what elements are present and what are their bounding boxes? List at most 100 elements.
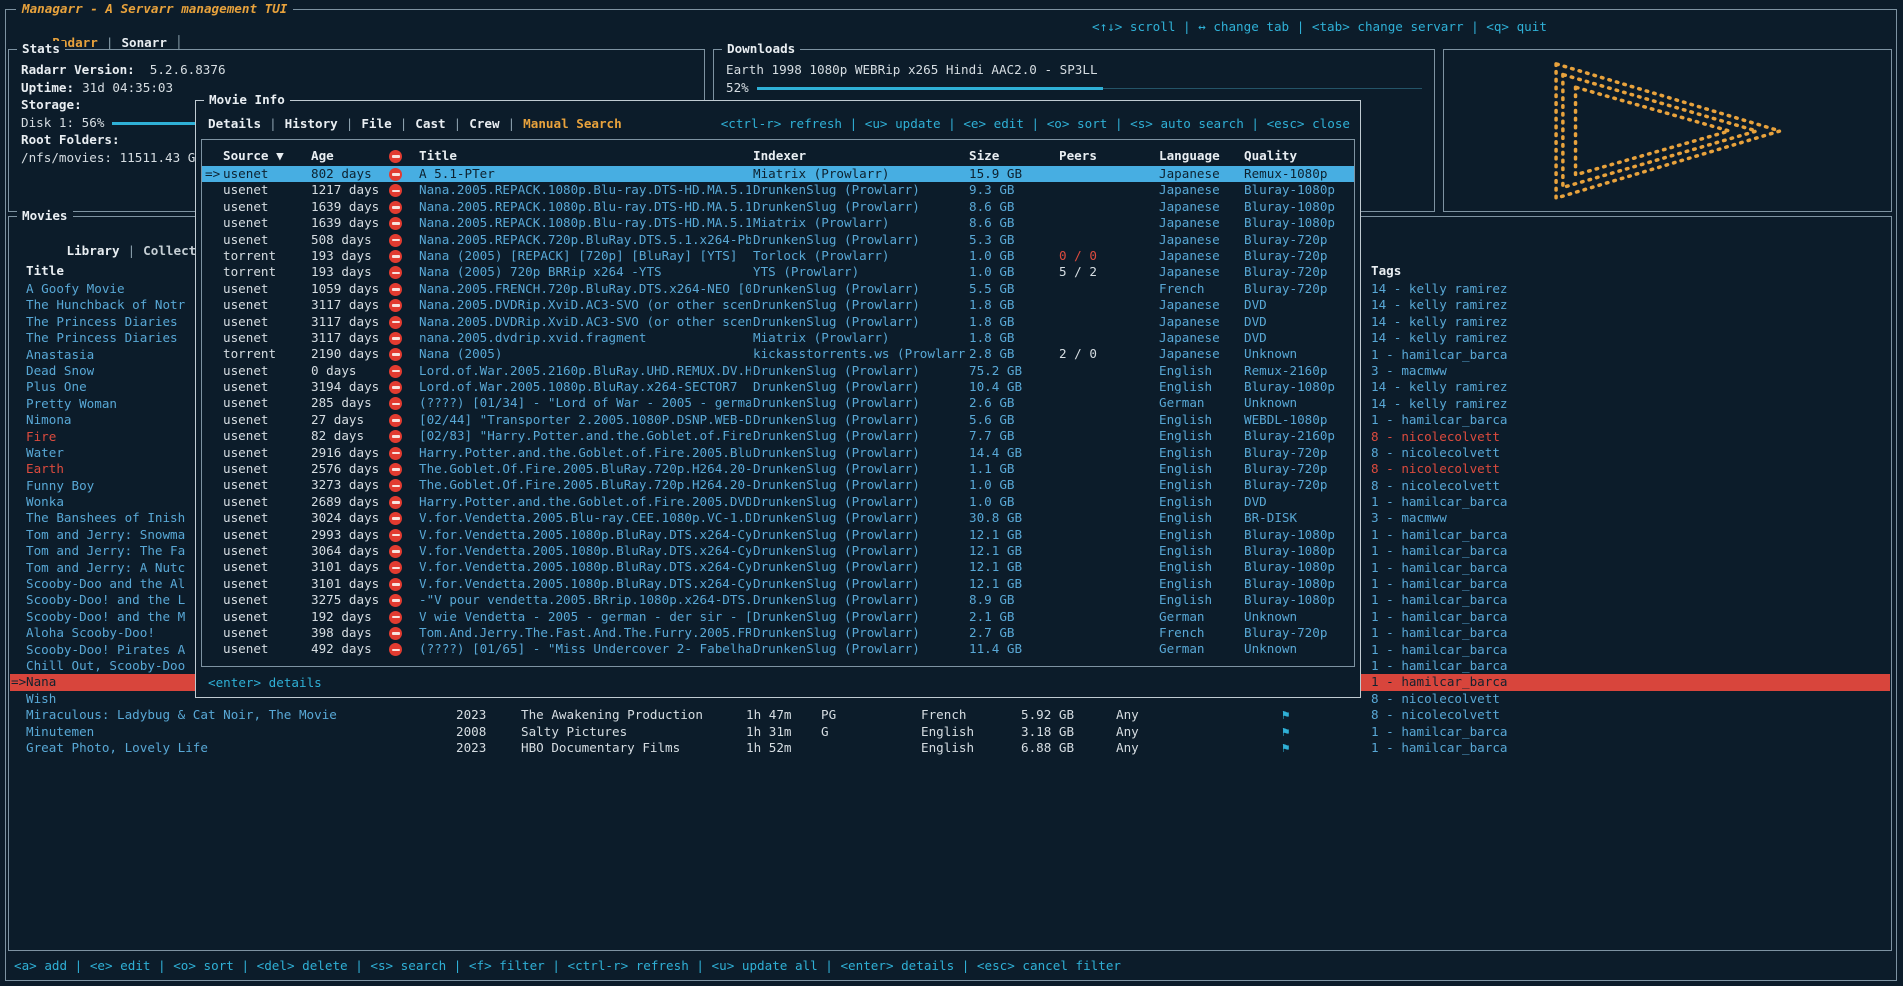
release-title: A 5.1-PTer: [419, 166, 751, 182]
release-size: 2.1 GB: [969, 609, 1015, 625]
release-age: 1217 days: [311, 182, 379, 198]
release-language: English: [1159, 477, 1212, 493]
release-row[interactable]: usenet508 daysNana.2005.REPACK.720p.BluR…: [202, 232, 1354, 248]
release-language: Japanese: [1159, 232, 1220, 248]
release-row[interactable]: usenet192 daysV wie Vendetta - 2005 - ge…: [202, 609, 1354, 625]
release-age: 492 days: [311, 641, 372, 657]
download-item[interactable]: Earth 1998 1080p WEBRip x265 Hindi AAC2.…: [726, 62, 1422, 80]
release-source: usenet: [223, 609, 269, 625]
release-row[interactable]: usenet1059 daysNana.2005.FRENCH.720p.Blu…: [202, 281, 1354, 297]
rejection-cell: [389, 199, 402, 216]
release-row[interactable]: usenet2916 daysHarry.Potter.and.the.Gobl…: [202, 445, 1354, 461]
movie-row[interactable]: Minutemen2008Salty Pictures1h 31mGEnglis…: [10, 724, 1890, 740]
release-quality: Bluray-2160p: [1244, 428, 1335, 444]
header-indexer: Indexer: [753, 148, 967, 164]
release-source: usenet: [223, 559, 269, 575]
movie-tags: 3 - macmww: [1371, 510, 1447, 526]
movie-title: Water: [26, 445, 64, 461]
no-entry-icon: [389, 217, 402, 230]
release-row[interactable]: torrent2190 daysNana (2005)kickasstorren…: [202, 346, 1354, 362]
release-row[interactable]: usenet3275 days-"V pour vendetta.2005.BR…: [202, 592, 1354, 608]
release-source: usenet: [223, 182, 269, 198]
tab-separator: |: [400, 116, 408, 131]
header-source: Source ▼: [223, 148, 284, 164]
no-entry-icon: [389, 643, 402, 656]
release-row[interactable]: torrent193 daysNana (2005) [REPACK] [720…: [202, 248, 1354, 264]
release-size: 12.1 GB: [969, 543, 1022, 559]
release-language: Japanese: [1159, 330, 1220, 346]
release-row[interactable]: usenet3194 daysLord.of.War.2005.1080p.Bl…: [202, 379, 1354, 395]
release-row[interactable]: usenet285 days(????) [01/34] - "Lord of …: [202, 395, 1354, 411]
download-progress-line: 52%: [726, 80, 1422, 98]
release-row[interactable]: usenet3117 daysnana.2005.dvdrip.xvid.fra…: [202, 330, 1354, 346]
release-title: V.for.Vendetta.2005.1080p.BluRay.DTS.x26…: [419, 527, 751, 543]
release-row[interactable]: usenet3117 daysNana.2005.DVDRip.XviD.AC3…: [202, 314, 1354, 330]
release-size: 30.8 GB: [969, 510, 1022, 526]
disk-usage-label: Disk 1: 56%: [21, 115, 104, 131]
release-age: 0 days: [311, 363, 357, 379]
tab-separator: |: [508, 116, 516, 131]
release-row[interactable]: usenet398 daysTom.And.Jerry.The.Fast.And…: [202, 625, 1354, 641]
modal-tab-details[interactable]: Details: [208, 116, 261, 131]
no-entry-icon: [389, 184, 402, 197]
release-title: Lord.of.War.2005.1080p.BluRay.x264-SECTO…: [419, 379, 751, 395]
release-age: 2689 days: [311, 494, 379, 510]
release-row[interactable]: usenet3101 daysV.for.Vendetta.2005.1080p…: [202, 559, 1354, 575]
release-source: usenet: [223, 461, 269, 477]
movie-row[interactable]: Miraculous: Ladybug & Cat Noir, The Movi…: [10, 707, 1890, 723]
release-title: -"V pour vendetta.2005.BRrip.1080p.x264-…: [419, 592, 751, 608]
release-title: Nana (2005) 720p BRRip x264 -YTS: [419, 264, 751, 280]
release-row[interactable]: usenet2689 daysHarry.Potter.and.the.Gobl…: [202, 494, 1354, 510]
release-size: 1.0 GB: [969, 248, 1015, 264]
release-indexer: DrunkenSlug (Prowlarr): [753, 232, 967, 248]
modal-tab-manual-search[interactable]: Manual Search: [523, 116, 622, 131]
rejection-cell: [389, 363, 402, 380]
release-title: Nana.2005.REPACK.720p.BluRay.DTS.5.1.x26…: [419, 232, 751, 248]
rejection-cell: [389, 215, 402, 232]
release-row[interactable]: usenet3273 daysThe.Goblet.Of.Fire.2005.B…: [202, 477, 1354, 493]
movie-year: 2023: [456, 740, 486, 756]
release-row[interactable]: usenet2993 daysV.for.Vendetta.2005.1080p…: [202, 527, 1354, 543]
download-percent: 52%: [726, 80, 749, 96]
release-size: 2.7 GB: [969, 625, 1015, 641]
release-language: English: [1159, 559, 1212, 575]
release-size: 75.2 GB: [969, 363, 1022, 379]
release-row[interactable]: usenet492 days(????) [01/65] - "Miss Und…: [202, 641, 1354, 657]
release-row[interactable]: usenet82 days[02/83] "Harry.Potter.and.t…: [202, 428, 1354, 444]
radarr-version-label: Radarr Version:: [21, 62, 135, 77]
release-language: Japanese: [1159, 248, 1220, 264]
release-row[interactable]: usenet2576 daysThe.Goblet.Of.Fire.2005.B…: [202, 461, 1354, 477]
release-age: 193 days: [311, 264, 372, 280]
modal-tab-history[interactable]: History: [285, 116, 338, 131]
release-row[interactable]: usenet1639 daysNana.2005.REPACK.1080p.Bl…: [202, 199, 1354, 215]
release-row[interactable]: usenet27 days[02/44] "Transporter 2.2005…: [202, 412, 1354, 428]
release-indexer: DrunkenSlug (Prowlarr): [753, 543, 967, 559]
release-row[interactable]: usenet0 daysLord.of.War.2005.2160p.BluRa…: [202, 363, 1354, 379]
release-row[interactable]: usenet3064 daysV.for.Vendetta.2005.1080p…: [202, 543, 1354, 559]
release-row[interactable]: usenet1217 daysNana.2005.REPACK.1080p.Bl…: [202, 182, 1354, 198]
release-row[interactable]: usenet3024 daysV.for.Vendetta.2005.Blu-r…: [202, 510, 1354, 526]
no-entry-icon: [389, 627, 402, 640]
release-source: usenet: [223, 363, 269, 379]
release-row[interactable]: usenet1639 daysNana.2005.REPACK.1080p.Bl…: [202, 215, 1354, 231]
no-entry-icon: [389, 496, 402, 509]
release-row[interactable]: usenet3117 daysNana.2005.DVDRip.XviD.AC3…: [202, 297, 1354, 313]
modal-tab-file[interactable]: File: [361, 116, 391, 131]
tab-library[interactable]: Library: [67, 243, 120, 258]
release-age: 193 days: [311, 248, 372, 264]
modal-tab-cast[interactable]: Cast: [415, 116, 445, 131]
release-row[interactable]: =>usenet802 daysA 5.1-PTerMiatrix (Prowl…: [202, 166, 1354, 182]
movie-title: Scooby-Doo! Pirates A: [26, 642, 185, 658]
rejection-cell: [389, 625, 402, 642]
release-age: 3117 days: [311, 297, 379, 313]
modal-tab-crew[interactable]: Crew: [469, 116, 499, 131]
movie-tags: 8 - nicolecolvett: [1371, 445, 1500, 461]
release-title: Nana.2005.DVDRip.XviD.AC3-SVO (or other …: [419, 314, 751, 330]
release-row[interactable]: torrent193 daysNana (2005) 720p BRRip x2…: [202, 264, 1354, 280]
movie-tags: 1 - hamilcar_barca: [1371, 560, 1507, 576]
rejection-cell: [389, 559, 402, 576]
release-row[interactable]: usenet3101 daysV.for.Vendetta.2005.1080p…: [202, 576, 1354, 592]
release-quality: Remux-1080p: [1244, 166, 1327, 182]
no-entry-icon: [389, 430, 402, 443]
movie-row[interactable]: Great Photo, Lovely Life2023HBO Document…: [10, 740, 1890, 756]
